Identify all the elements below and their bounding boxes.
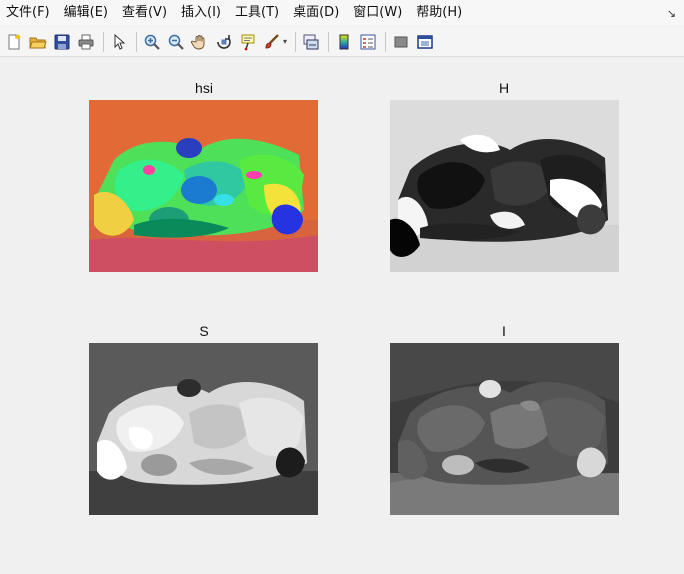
toolbar-separator <box>328 31 330 52</box>
rotate-3d-icon[interactable] <box>213 31 235 53</box>
subplot-title-s: S <box>199 323 209 339</box>
show-plot-tools-icon[interactable] <box>414 31 436 53</box>
menu-edit[interactable]: 编辑(E) <box>57 0 115 26</box>
data-cursor-icon[interactable] <box>237 31 259 53</box>
menu-view[interactable]: 查看(V) <box>115 0 174 26</box>
image-s-channel[interactable] <box>89 343 318 515</box>
figure-window: 文件(F) 编辑(E) 查看(V) 插入(I) 工具(T) 桌面(D) 窗口(W… <box>0 0 684 574</box>
menu-desktop[interactable]: 桌面(D) <box>286 0 346 26</box>
link-plot-icon[interactable] <box>300 31 322 53</box>
edit-plot-pointer-icon[interactable] <box>108 31 130 53</box>
subplot-title-i: I <box>502 323 506 339</box>
image-hsi[interactable] <box>89 100 318 272</box>
zoom-in-icon[interactable] <box>141 31 163 53</box>
zoom-out-icon[interactable] <box>165 31 187 53</box>
insert-legend-icon[interactable] <box>357 31 379 53</box>
brush-icon[interactable] <box>261 31 283 53</box>
pan-hand-icon[interactable] <box>189 31 211 53</box>
toolbar-separator <box>103 31 104 52</box>
menu-window[interactable]: 窗口(W) <box>346 0 409 26</box>
toolbar-separator <box>136 31 137 52</box>
menu-tools[interactable]: 工具(T) <box>228 0 286 26</box>
menu-insert[interactable]: 插入(I) <box>174 0 228 26</box>
image-h-channel[interactable] <box>390 100 619 272</box>
toolbar-separator <box>385 31 387 52</box>
subplot-title-hsi: hsi <box>195 80 213 96</box>
menu-file[interactable]: 文件(F) <box>0 0 57 26</box>
insert-colorbar-icon[interactable] <box>333 31 355 53</box>
dock-arrow-icon[interactable]: ↘ <box>667 7 676 20</box>
image-i-channel[interactable] <box>390 343 619 515</box>
brush-dropdown-icon[interactable]: ▾ <box>283 37 287 46</box>
menu-bar: 文件(F) 编辑(E) 查看(V) 插入(I) 工具(T) 桌面(D) 窗口(W… <box>0 0 684 26</box>
toolbar-separator <box>295 31 297 52</box>
figure-toolbar: ▾ <box>0 27 684 57</box>
print-icon[interactable] <box>75 31 97 53</box>
hide-plot-tools-icon[interactable] <box>390 31 412 53</box>
save-icon[interactable] <box>51 31 73 53</box>
open-file-icon[interactable] <box>27 31 49 53</box>
subplot-title-h: H <box>498 80 510 96</box>
menu-help[interactable]: 帮助(H) <box>409 0 469 26</box>
new-figure-icon[interactable] <box>3 31 25 53</box>
